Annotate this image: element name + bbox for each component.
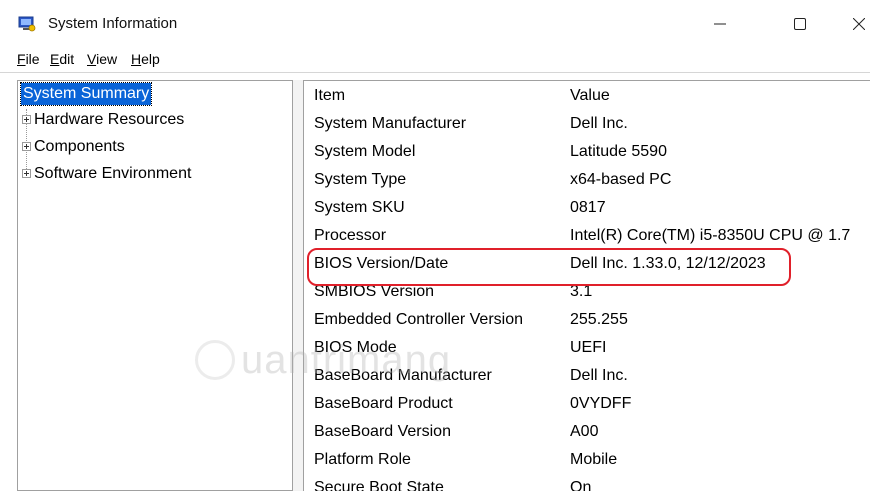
row-value: On <box>570 479 592 491</box>
close-button[interactable] <box>836 8 870 40</box>
close-icon <box>853 18 865 30</box>
window-title: System Information <box>48 15 178 32</box>
row-value: Dell Inc. <box>570 115 628 132</box>
menu-help[interactable]: Help <box>131 51 160 67</box>
row-item: System Model <box>314 143 416 160</box>
table-row[interactable]: System Model Latitude 5590 <box>304 139 870 167</box>
row-value: Mobile <box>570 451 618 468</box>
expand-icon[interactable] <box>22 142 31 151</box>
column-header-value[interactable]: Value <box>570 87 610 105</box>
table-row[interactable]: BaseBoard Product 0VYDFF <box>304 391 870 419</box>
maximize-icon <box>794 18 806 30</box>
row-value: 0817 <box>570 199 606 216</box>
minimize-icon <box>714 23 726 25</box>
table-row[interactable]: Platform Role Mobile <box>304 447 870 475</box>
title-bar: System Information <box>0 0 870 48</box>
row-value: 255.255 <box>570 311 628 328</box>
menu-view[interactable]: View <box>87 51 117 67</box>
row-item: Platform Role <box>314 451 411 468</box>
table-row[interactable]: System SKU 0817 <box>304 195 870 223</box>
row-value: A00 <box>570 423 599 440</box>
bios-highlight-annotation <box>307 248 791 286</box>
table-row[interactable]: Processor Intel(R) Core(TM) i5-8350U CPU … <box>304 223 870 251</box>
system-information-app-icon <box>18 16 36 32</box>
tree-item-system-summary[interactable]: System Summary <box>19 82 153 106</box>
row-value: x64-based PC <box>570 171 672 188</box>
menu-file[interactable]: File <box>17 51 40 67</box>
watermark-text: uantrimang <box>241 338 452 382</box>
column-header-row: Item Value <box>304 83 870 111</box>
row-item: BaseBoard Version <box>314 423 451 440</box>
minimize-button[interactable] <box>697 8 743 40</box>
table-row[interactable]: System Manufacturer Dell Inc. <box>304 111 870 139</box>
row-item: System SKU <box>314 199 405 216</box>
category-tree[interactable]: System Summary Hardware Resources Compon… <box>17 80 293 491</box>
expand-icon[interactable] <box>22 115 31 124</box>
row-item: BaseBoard Product <box>314 395 453 412</box>
row-value: Latitude 5590 <box>570 143 667 160</box>
row-item: Embedded Controller Version <box>314 311 524 328</box>
table-row[interactable]: Embedded Controller Version 255.255 <box>304 307 870 335</box>
menu-edit[interactable]: Edit <box>50 51 74 67</box>
maximize-button[interactable] <box>777 8 823 40</box>
row-item: Secure Boot State <box>314 479 444 491</box>
watermark-logo-icon <box>195 340 235 380</box>
table-row[interactable]: BaseBoard Version A00 <box>304 419 870 447</box>
row-item: System Type <box>314 171 407 188</box>
row-item: System Manufacturer <box>314 115 467 132</box>
row-item: Processor <box>314 227 387 244</box>
row-value: UEFI <box>570 339 607 356</box>
row-value: Dell Inc. <box>570 367 628 384</box>
pane-splitter[interactable] <box>293 80 303 491</box>
menu-bar: File Edit View Help <box>0 48 870 73</box>
table-row[interactable]: System Type x64-based PC <box>304 167 870 195</box>
column-header-item[interactable]: Item <box>314 87 345 105</box>
row-value: 0VYDFF <box>570 395 632 412</box>
expand-icon[interactable] <box>22 169 31 178</box>
table-row[interactable]: Secure Boot State On <box>304 475 870 491</box>
row-value: Intel(R) Core(TM) i5-8350U CPU @ 1.7 <box>570 227 851 244</box>
